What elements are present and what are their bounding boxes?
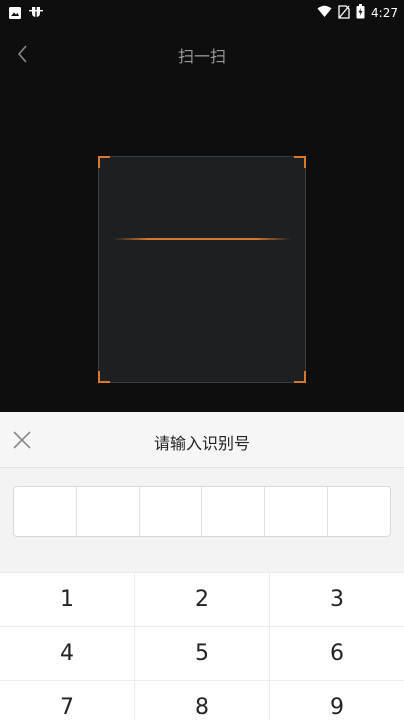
key-5[interactable]: 5	[135, 627, 270, 680]
viewfinder-corner-bottom-left	[98, 371, 110, 383]
wifi-icon	[317, 5, 332, 21]
header-bar: 扫一扫	[0, 34, 404, 74]
code-digit-box-2[interactable]	[77, 487, 140, 536]
bug-icon	[28, 4, 44, 24]
key-6[interactable]: 6	[270, 627, 404, 680]
code-entry-sheet: 请输入识别号 1 2 3 4 5 6 7 8 9	[0, 412, 404, 720]
code-digit-box-4[interactable]	[202, 487, 266, 536]
key-3[interactable]: 3	[270, 573, 404, 626]
keypad-row: 4 5 6	[0, 626, 404, 680]
keypad-row: 7 8 9	[0, 680, 404, 720]
code-input-group	[13, 486, 391, 537]
sheet-header: 请输入识别号	[0, 412, 404, 468]
key-2[interactable]: 2	[135, 573, 270, 626]
battery-icon	[356, 4, 365, 22]
scan-screen: 4:27 扫一扫 请输入识别号 1 2 3 4 5 6 7 8 9	[0, 0, 404, 720]
no-sim-icon	[338, 4, 350, 22]
code-digit-box-1[interactable]	[14, 487, 77, 536]
code-digit-box-5[interactable]	[265, 487, 329, 536]
scan-line	[113, 238, 291, 240]
key-9[interactable]: 9	[270, 681, 404, 720]
image-icon	[8, 5, 22, 24]
status-bar: 4:27	[0, 0, 404, 26]
code-digit-box-6[interactable]	[328, 487, 390, 536]
viewfinder-corner-top-right	[294, 156, 306, 168]
key-8[interactable]: 8	[135, 681, 270, 720]
status-time: 4:27	[371, 6, 398, 20]
viewfinder-corner-bottom-right	[294, 371, 306, 383]
sheet-title: 请输入识别号	[153, 434, 250, 453]
keypad-row: 1 2 3	[0, 572, 404, 626]
key-7[interactable]: 7	[0, 681, 135, 720]
page-title: 扫一扫	[177, 47, 226, 66]
numeric-keypad: 1 2 3 4 5 6 7 8 9	[0, 572, 404, 720]
code-digit-box-3[interactable]	[140, 487, 203, 536]
scan-viewfinder	[98, 156, 306, 383]
key-4[interactable]: 4	[0, 627, 135, 680]
key-1[interactable]: 1	[0, 573, 135, 626]
viewfinder-corner-top-left	[98, 156, 110, 168]
